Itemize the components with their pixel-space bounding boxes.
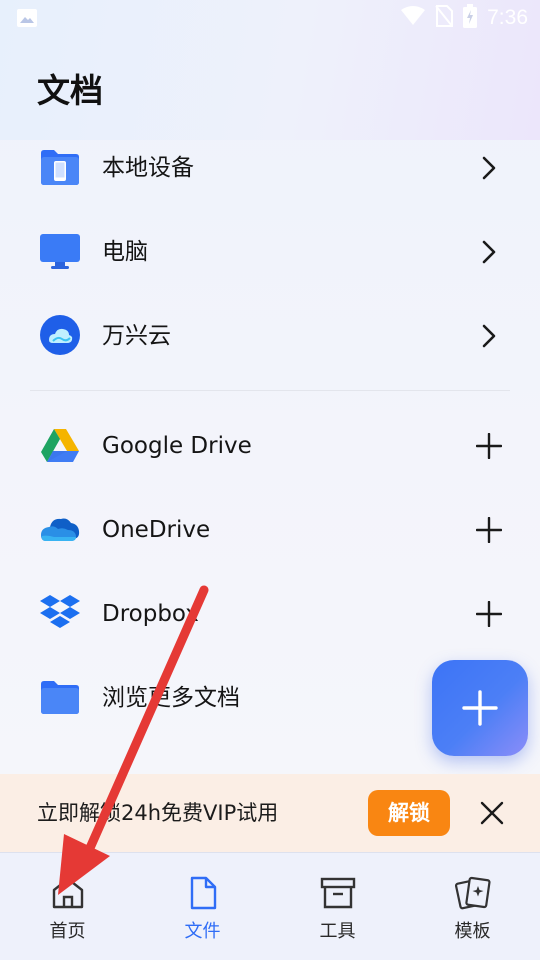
add-dropbox-button[interactable]: [475, 600, 503, 628]
vip-promo-banner: 立即解锁24h免费VIP试用 解锁: [0, 774, 540, 852]
section-divider: [30, 390, 510, 391]
tab-label: 文件: [184, 921, 221, 942]
list-item-dropbox[interactable]: Dropbox: [0, 572, 540, 656]
file-icon: [185, 875, 221, 911]
onedrive-icon: [40, 509, 80, 549]
chevron-right-icon: [476, 155, 502, 181]
no-sim-icon: [435, 5, 454, 31]
dropbox-icon: [40, 593, 80, 633]
add-onedrive-button[interactable]: [475, 516, 503, 544]
status-time: 7:36: [487, 6, 528, 29]
device-folder-icon: [40, 147, 80, 187]
promo-text: 立即解锁24h免费VIP试用: [37, 801, 279, 825]
folder-icon: [40, 677, 80, 717]
list-item-computer[interactable]: 电脑: [0, 210, 540, 294]
monitor-icon: [40, 231, 80, 271]
add-fab-button[interactable]: [432, 660, 528, 756]
toolbox-icon: [320, 875, 356, 911]
template-cards-icon: [454, 875, 491, 911]
tab-label: 工具: [319, 921, 356, 942]
list-item-label: 本地设备: [102, 155, 194, 181]
chevron-right-icon: [476, 323, 502, 349]
status-bar: 7:36: [0, 0, 540, 36]
tab-tools[interactable]: 工具: [270, 853, 405, 960]
list-item-wondershare-cloud[interactable]: 万兴云: [0, 294, 540, 378]
list-item-local-device[interactable]: 本地设备: [0, 126, 540, 210]
list-item-label: Google Drive: [102, 433, 252, 459]
tab-label: 模板: [454, 921, 491, 942]
list-item-label: OneDrive: [102, 517, 211, 543]
list-item-label: Dropbox: [102, 601, 199, 627]
list-item-label: 电脑: [102, 239, 148, 265]
list-item-onedrive[interactable]: OneDrive: [0, 488, 540, 572]
page-title: 文档: [37, 71, 103, 110]
tab-files[interactable]: 文件: [135, 853, 270, 960]
tab-templates[interactable]: 模板: [405, 853, 540, 960]
bottom-tab-bar: 首页 文件 工具 模板: [0, 852, 540, 960]
chevron-right-icon: [476, 239, 502, 265]
wifi-icon: [401, 6, 426, 30]
tab-label: 首页: [49, 921, 86, 942]
home-icon: [50, 875, 86, 911]
google-drive-icon: [40, 425, 80, 465]
image-icon: [16, 8, 38, 28]
unlock-button[interactable]: 解锁: [368, 790, 450, 836]
wondershare-cloud-icon: [40, 315, 80, 355]
close-icon[interactable]: [478, 799, 506, 827]
plus-icon: [462, 690, 498, 726]
list-item-google-drive[interactable]: Google Drive: [0, 404, 540, 488]
add-google-drive-button[interactable]: [475, 432, 503, 460]
list-item-label: 浏览更多文档: [102, 685, 240, 711]
battery-charging-icon: [463, 4, 478, 32]
list-item-label: 万兴云: [102, 323, 171, 349]
tab-home[interactable]: 首页: [0, 853, 135, 960]
